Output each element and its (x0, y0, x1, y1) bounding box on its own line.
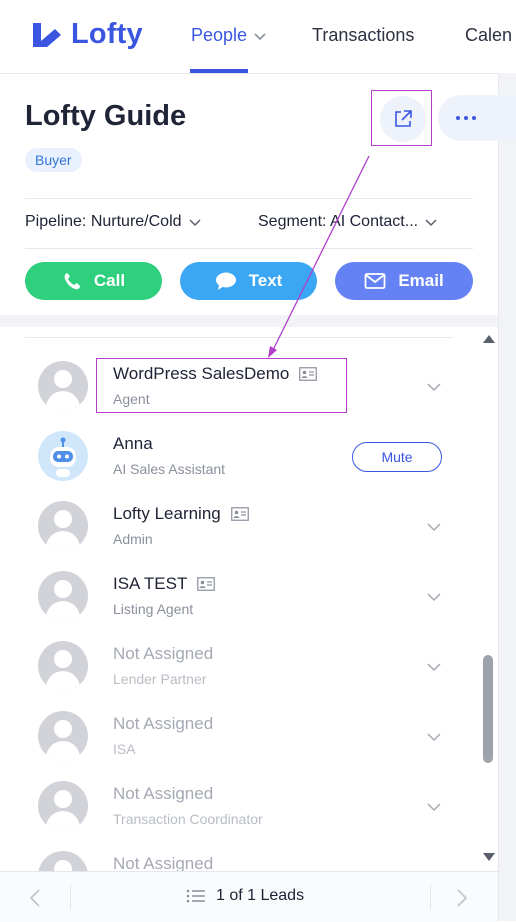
chevron-down-icon[interactable] (426, 659, 442, 675)
page-title: Lofty Guide (25, 100, 187, 132)
leads-counter-text: 1 of 1 Leads (216, 887, 305, 904)
divider (430, 884, 431, 910)
avatar (38, 571, 88, 621)
list-item[interactable]: Not Assigned Transaction Coordinator (0, 781, 470, 851)
dot (464, 116, 468, 120)
member-role: Lender Partner (113, 671, 207, 687)
call-label: Call (93, 271, 126, 290)
section-separator (0, 315, 498, 327)
member-name: Not Assigned (113, 714, 213, 734)
pipeline-label: Pipeline: Nurture/Cold (25, 213, 182, 230)
chevron-down-icon[interactable] (426, 519, 442, 535)
call-button[interactable]: Call (25, 262, 162, 300)
member-name-text: Not Assigned (113, 644, 214, 663)
chevron-down-icon[interactable] (426, 589, 442, 605)
member-name: ISA TEST (113, 574, 216, 594)
chevron-down-icon[interactable] (426, 379, 442, 395)
divider (25, 248, 473, 249)
chat-bubble-icon (215, 272, 236, 290)
lofty-logo-icon (33, 22, 61, 47)
scroll-up-arrow-icon[interactable] (482, 333, 496, 345)
chevron-right-icon[interactable] (455, 888, 469, 908)
segment-dropdown[interactable]: Segment: AI Contact... (258, 213, 438, 231)
member-name: Not Assigned (113, 854, 213, 871)
member-role: Transaction Coordinator (113, 811, 263, 827)
nav-active-indicator (190, 69, 248, 73)
member-role: Admin (113, 531, 153, 547)
member-name: Not Assigned (113, 644, 213, 664)
list-item[interactable]: Not Assigned ISA (0, 711, 470, 781)
member-name: Lofty Learning (113, 504, 249, 524)
lead-type-badge: Buyer (25, 148, 82, 172)
avatar (38, 781, 88, 831)
annotation-box-member (96, 358, 347, 413)
phone-icon (64, 273, 80, 290)
chevron-left-icon[interactable] (28, 888, 42, 908)
chevron-down-icon (425, 219, 437, 227)
logo-text: Lofty (71, 18, 143, 50)
text-label: Text (248, 271, 283, 290)
member-name: Not Assigned (113, 784, 213, 804)
dot (456, 116, 460, 120)
scrollbar-thumb[interactable] (483, 655, 493, 763)
member-role: ISA (113, 741, 136, 757)
member-name-text: Anna (113, 434, 153, 453)
divider (70, 884, 71, 910)
list-item[interactable]: Not Assigned (0, 851, 470, 871)
member-name-text: Not Assigned (113, 854, 214, 871)
list-item[interactable]: Not Assigned Lender Partner (0, 641, 470, 711)
member-role: AI Sales Assistant (113, 461, 226, 477)
avatar (38, 851, 88, 871)
avatar (38, 361, 88, 411)
logo[interactable]: Lofty (31, 18, 143, 51)
member-name-text: Not Assigned (113, 714, 214, 733)
envelope-icon (364, 273, 386, 289)
annotation-box-share (371, 90, 432, 146)
member-name-text: Not Assigned (113, 784, 214, 803)
divider (25, 337, 453, 338)
avatar (38, 501, 88, 551)
leads-counter[interactable]: 1 of 1 Leads (186, 887, 304, 905)
ai-assistant-avatar (38, 431, 88, 481)
list-icon (186, 889, 205, 903)
chevron-down-icon[interactable] (426, 729, 442, 745)
more-options-button[interactable] (438, 95, 516, 141)
member-role: Listing Agent (113, 601, 194, 617)
divider (25, 198, 473, 199)
nav-people-label: People (191, 25, 248, 45)
page-scroll-gutter (498, 73, 516, 921)
scroll-down-arrow-icon[interactable] (482, 851, 496, 863)
top-nav: Lofty People Transactions Calen (0, 0, 516, 74)
chevron-down-icon (254, 32, 266, 40)
contact-card-icon[interactable] (230, 507, 249, 521)
robot-icon (38, 431, 88, 481)
member-name-text: Lofty Learning (113, 504, 221, 523)
pager-footer: 1 of 1 Leads (0, 871, 498, 922)
email-button[interactable]: Email (335, 262, 473, 300)
mute-button[interactable]: Mute (352, 442, 442, 472)
pipeline-dropdown[interactable]: Pipeline: Nurture/Cold (25, 213, 202, 231)
list-item[interactable]: Anna AI Sales Assistant Mute (0, 431, 470, 501)
list-item[interactable]: ISA TEST Listing Agent (0, 571, 470, 641)
chevron-down-icon (189, 219, 201, 227)
segment-label: Segment: AI Contact... (258, 213, 419, 230)
avatar (38, 641, 88, 691)
member-name: Anna (113, 434, 153, 454)
member-name-text: ISA TEST (113, 574, 188, 593)
chevron-down-icon[interactable] (426, 799, 442, 815)
contact-card-icon[interactable] (197, 577, 216, 591)
nav-people[interactable]: People (191, 25, 267, 46)
avatar (38, 711, 88, 761)
email-label: Email (398, 271, 444, 290)
dot (472, 116, 476, 120)
list-item[interactable]: Lofty Learning Admin (0, 501, 470, 571)
text-button[interactable]: Text (180, 262, 317, 300)
nav-transactions[interactable]: Transactions (312, 25, 414, 46)
nav-calendar[interactable]: Calen (465, 25, 512, 46)
